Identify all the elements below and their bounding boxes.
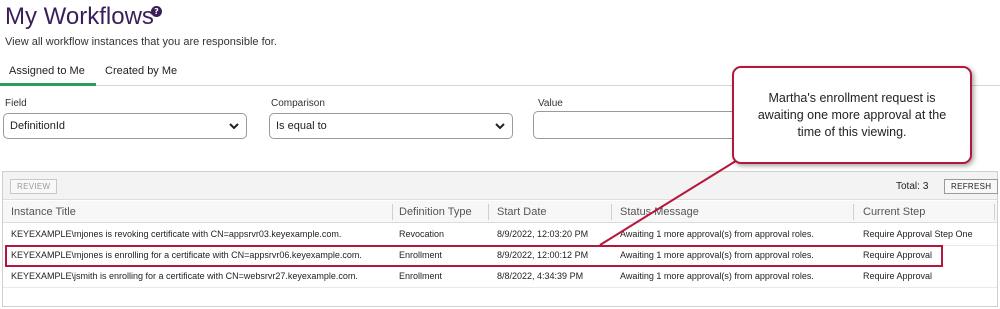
field-select-value: DefinitionId	[10, 120, 66, 132]
total-value: 3	[922, 181, 929, 192]
cell-start-date: 8/8/2022, 4:34:39 PM	[497, 271, 584, 281]
help-icon[interactable]: ?	[151, 6, 162, 17]
chevron-down-icon	[229, 123, 239, 130]
field-label: Field	[5, 98, 27, 109]
cell-current-step: Require Approval	[863, 271, 933, 281]
grid-toolbar: REVIEW Total: 3 REFRESH	[3, 172, 999, 200]
workflow-grid: REVIEW Total: 3 REFRESH Instance Title De…	[2, 171, 999, 307]
table-row[interactable]: KEYEXAMPLE\mjones is revoking certificat…	[3, 224, 997, 246]
table-row-highlighted[interactable]: KEYEXAMPLE\mjones is enrolling for a cer…	[5, 245, 943, 267]
column-divider[interactable]	[994, 204, 995, 220]
tab-created-by-me[interactable]: Created by Me	[96, 65, 186, 86]
comparison-select[interactable]: Is equal to	[269, 113, 513, 139]
cell-start-date: 8/9/2022, 12:03:20 PM	[497, 229, 589, 239]
comparison-label: Comparison	[271, 98, 325, 109]
total-label: Total:	[896, 181, 920, 192]
column-header-status-message[interactable]: Status Message	[620, 206, 699, 218]
value-label: Value	[538, 98, 563, 109]
annotation-callout: Martha's enrollment request is awaiting …	[732, 66, 972, 164]
comparison-select-value: Is equal to	[276, 120, 327, 132]
cell-status-message: Awaiting 1 more approval(s) from approva…	[620, 229, 814, 239]
tab-assigned-to-me[interactable]: Assigned to Me	[0, 65, 96, 86]
page-subtitle: View all workflow instances that you are…	[5, 36, 277, 48]
column-header-instance-title[interactable]: Instance Title	[11, 206, 76, 218]
field-select[interactable]: DefinitionId	[3, 113, 247, 139]
cell-current-step: Require Approval	[863, 250, 933, 260]
column-header-current-step[interactable]: Current Step	[863, 206, 925, 218]
column-header-definition-type[interactable]: Definition Type	[399, 206, 472, 218]
cell-definition-type: Enrollment	[399, 271, 443, 281]
table-row[interactable]: KEYEXAMPLE\jsmith is enrolling for a cer…	[3, 266, 997, 288]
refresh-button[interactable]: REFRESH	[944, 179, 999, 194]
column-divider[interactable]	[611, 204, 612, 220]
cell-status-message: Awaiting 1 more approval(s) from approva…	[620, 250, 814, 260]
total-count: Total: 3	[893, 181, 928, 192]
cell-instance-title: KEYEXAMPLE\jsmith is enrolling for a cer…	[11, 271, 358, 281]
chevron-down-icon	[495, 123, 505, 130]
column-header-start-date[interactable]: Start Date	[497, 206, 547, 218]
column-divider[interactable]	[488, 204, 489, 220]
cell-status-message: Awaiting 1 more approval(s) from approva…	[620, 271, 814, 281]
review-button[interactable]: REVIEW	[10, 179, 58, 194]
cell-definition-type: Enrollment	[399, 250, 443, 260]
column-divider[interactable]	[853, 204, 854, 220]
cell-instance-title: KEYEXAMPLE\mjones is enrolling for a cer…	[11, 250, 362, 260]
value-input[interactable]	[533, 111, 753, 139]
column-divider[interactable]	[392, 204, 393, 220]
cell-current-step: Require Approval Step One	[863, 229, 973, 239]
page-title: My Workflows	[5, 3, 154, 30]
cell-instance-title: KEYEXAMPLE\mjones is revoking certificat…	[11, 229, 342, 239]
cell-definition-type: Revocation	[399, 229, 445, 239]
grid-header: Instance Title Definition Type Start Dat…	[3, 201, 997, 223]
cell-start-date: 8/9/2022, 12:00:12 PM	[497, 250, 589, 260]
